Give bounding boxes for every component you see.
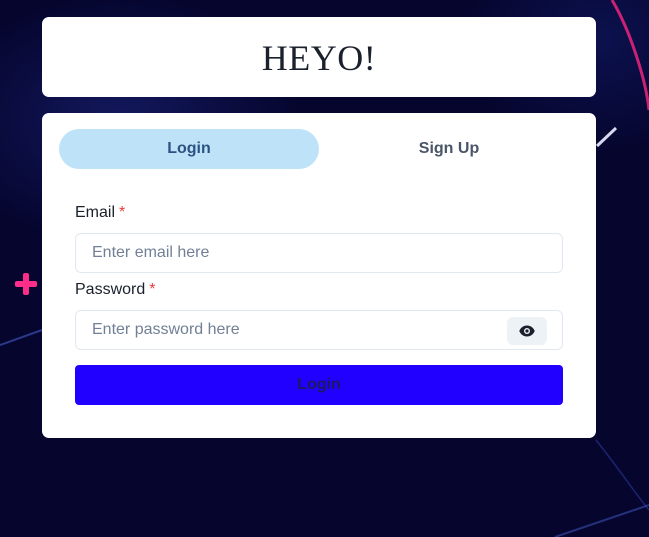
show-password-button[interactable] bbox=[507, 317, 547, 345]
auth-card: Login Sign Up Email* Password* Login bbox=[42, 113, 596, 438]
password-label-text: Password bbox=[75, 281, 146, 298]
password-label: Password * bbox=[75, 281, 155, 299]
header-card: HEYO! bbox=[42, 17, 596, 97]
tab-login[interactable]: Login bbox=[59, 129, 319, 169]
required-mark: * bbox=[119, 204, 126, 221]
pink-plus-icon bbox=[15, 273, 37, 295]
auth-tabs: Login Sign Up bbox=[59, 129, 579, 169]
app-title: HEYO! bbox=[261, 38, 377, 78]
email-label-text: Email bbox=[75, 204, 116, 221]
required-mark: * bbox=[149, 281, 156, 298]
eye-icon bbox=[519, 325, 535, 337]
password-field-wrapper bbox=[75, 310, 563, 350]
password-field[interactable] bbox=[76, 311, 562, 349]
login-button[interactable]: Login bbox=[75, 365, 563, 405]
tab-sign-up[interactable]: Sign Up bbox=[319, 129, 579, 169]
email-field[interactable] bbox=[76, 234, 562, 272]
email-label: Email * bbox=[75, 204, 125, 222]
email-field-wrapper bbox=[75, 233, 563, 273]
sparkle-line bbox=[595, 126, 618, 148]
